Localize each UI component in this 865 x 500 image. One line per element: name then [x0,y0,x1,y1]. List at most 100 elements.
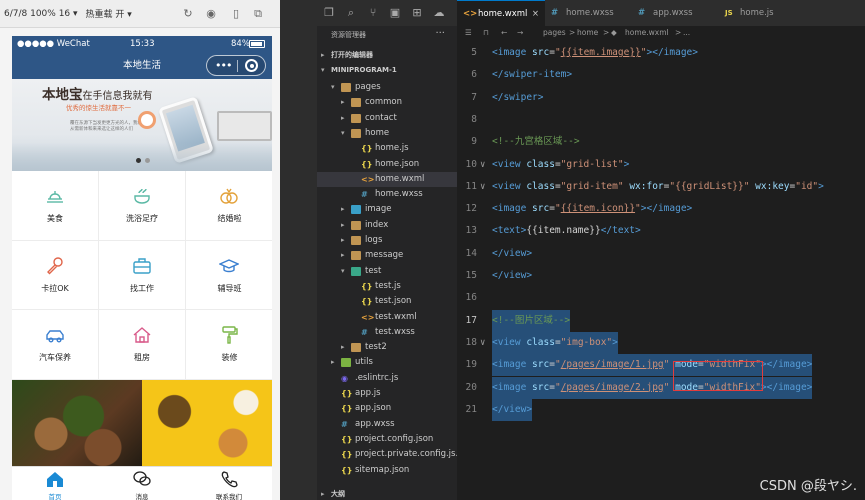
record-icon[interactable]: ◉ [205,8,217,20]
bookmark-icon[interactable]: ⊓ [483,26,489,39]
tree-folder[interactable]: ▾ test [317,264,457,279]
tree-folder[interactable]: ▾ home [317,126,457,141]
menu-icon[interactable]: ☰ [465,26,472,39]
tab-message[interactable]: 消息 [99,467,185,500]
back-icon[interactable]: ← [501,26,507,39]
tree-file[interactable]: <> test.wxml [317,310,457,325]
search-icon[interactable]: ⌕ [345,7,357,19]
code-line[interactable]: 11 ∨ <view class="grid-item" wx:for="{{gri… [457,176,865,198]
code-line[interactable]: 10 ∨ <view class="grid-list"> [457,154,865,176]
close-mini-icon[interactable] [245,59,258,72]
tree-folder[interactable]: ▸ message [317,248,457,263]
tree-folder[interactable]: ▸ test2 [317,340,457,355]
code-line[interactable]: 20 <image src="/pages/image/2.jpg" mode="… [457,376,865,399]
swiper-dot-active[interactable] [136,158,141,163]
cloud-icon[interactable]: ☁ [433,7,445,19]
grid-item[interactable]: 卡拉OK [12,240,99,310]
code-line[interactable]: 5 <image src="{{item.image}}"></image> [457,42,865,64]
tree-file[interactable]: {} app.js [317,386,457,401]
tree-file[interactable]: {} home.js [317,141,457,156]
chevron-icon[interactable]: ▸ [341,202,345,217]
chevron-icon[interactable]: ▸ [341,248,345,263]
chevron-icon[interactable]: ▸ [341,233,345,248]
crumb-file[interactable]: home.wxml [625,26,669,39]
code-line[interactable]: 17 <!--图片区域--> [457,309,865,332]
chevron-icon[interactable]: ▸ [341,218,345,233]
code-line[interactable]: 13 <text>{{item.name}}</text> [457,220,865,242]
tree-file[interactable]: <> home.wxml [317,171,457,187]
popout-icon[interactable]: ⧉ [252,8,264,20]
tree-folder[interactable]: ▸ common [317,95,457,110]
tree-folder[interactable]: ▸ index [317,218,457,233]
grid-item[interactable]: 结婚啦 [186,171,272,241]
code-line[interactable]: 6 </swiper-item> [457,64,865,86]
hot-reload-toggle[interactable]: 热重载 开 ▾ [86,7,132,20]
code-line[interactable]: 7 </swiper> [457,87,865,109]
fold-chevron-icon[interactable]: ∨ [480,332,485,354]
close-icon[interactable]: × [532,1,539,27]
code-line[interactable]: 18 ∨ <view class="img-box"> [457,331,865,354]
tab-contact[interactable]: 联系我们 [186,467,272,500]
crumb-pages[interactable]: pages [543,26,566,39]
crumb-home[interactable]: home [577,26,598,39]
grid-item[interactable]: 装修 [186,310,272,380]
debug-icon[interactable]: ▣ [389,7,401,19]
fold-chevron-icon[interactable]: ∨ [480,176,485,198]
project-section[interactable]: ▾ MINIPROGRAM-1 [317,63,457,78]
more-dots-icon[interactable]: ••• [215,56,232,75]
tree-file[interactable]: {} test.json [317,294,457,309]
code-line[interactable]: 14 </view> [457,243,865,265]
tree-file[interactable]: # test.wxss [317,325,457,340]
rotate-icon[interactable]: ↻ [182,8,194,20]
outline-section[interactable]: ▸ 大纲 [317,487,457,500]
code-line[interactable]: 21 </view> [457,398,865,421]
extensions-icon[interactable]: ⊞ [411,7,423,19]
tree-file[interactable]: {} app.json [317,401,457,416]
tab-home-wxss[interactable]: # home.wxss [545,0,632,26]
open-editors-section[interactable]: ▸ 打开的编辑器 [317,48,457,63]
tree-folder[interactable]: ▸ utils [317,355,457,370]
swiper-dot[interactable] [145,158,150,163]
swiper-banner[interactable]: 本地宝在手信息我就有 优秀的惊生活就靠不一 覆在东源下当发更更方光的人，我们们从… [12,79,272,171]
tab-home-js[interactable]: JS home.js [719,0,809,26]
tree-folder[interactable]: ▾ pages [317,80,457,95]
tree-file[interactable]: {} test.js [317,279,457,294]
grid-item[interactable]: 美食 [12,171,99,241]
grid-item[interactable]: 租房 [99,310,186,380]
files-icon[interactable]: ❐ [323,7,335,19]
fold-chevron-icon[interactable]: ∨ [480,154,485,176]
tree-file[interactable]: {} project.private.config.js... [317,447,464,462]
chevron-icon[interactable]: ▸ [341,111,345,126]
tree-file[interactable]: {} project.config.json [317,432,457,447]
grid-item[interactable]: 汽车保养 [12,310,99,380]
tree-file[interactable]: {} home.json [317,157,457,172]
code-line[interactable]: 12 <image src="{{item.icon}}"></image> [457,198,865,220]
forward-icon[interactable]: → [517,26,523,39]
code-line[interactable]: 16 [457,287,865,309]
tab-app-wxss[interactable]: # app.wxss [632,0,719,26]
code-line[interactable]: 19 <image src="/pages/image/1.jpg" mode="… [457,354,865,377]
tree-folder[interactable]: ▸ image [317,202,457,217]
tree-file[interactable]: {} sitemap.json [317,463,457,478]
source-control-icon[interactable]: ⑂ [367,7,379,19]
grid-item[interactable]: 找工作 [99,240,186,310]
tab-home[interactable]: 首页 [12,467,98,500]
phone-icon[interactable]: ▯ [230,8,242,20]
more-actions-icon[interactable]: ··· [435,28,445,39]
code-line[interactable]: 9 <!--九宫格区域--> [457,131,865,153]
grid-item[interactable]: 洗浴足疗 [99,171,186,241]
chevron-icon[interactable]: ▾ [341,264,345,279]
grid-item[interactable]: 辅导班 [186,241,272,310]
tree-file[interactable]: ◉ .eslintrc.js [317,371,457,386]
tree-folder[interactable]: ▸ logs [317,233,457,248]
code-line[interactable]: 15 </view> [457,265,865,287]
chevron-icon[interactable]: ▾ [341,126,345,141]
tab-home-wxml[interactable]: <> home.wxml × [457,0,545,26]
tree-file[interactable]: # app.wxss [317,417,457,432]
chevron-icon[interactable]: ▸ [331,355,335,370]
capsule-menu[interactable]: ••• [206,55,266,76]
tree-folder[interactable]: ▸ contact [317,111,457,126]
device-selector[interactable]: 6/7/8 100% 16 ▾ [4,9,78,19]
chevron-icon[interactable]: ▾ [331,80,335,95]
chevron-icon[interactable]: ▸ [341,340,345,355]
